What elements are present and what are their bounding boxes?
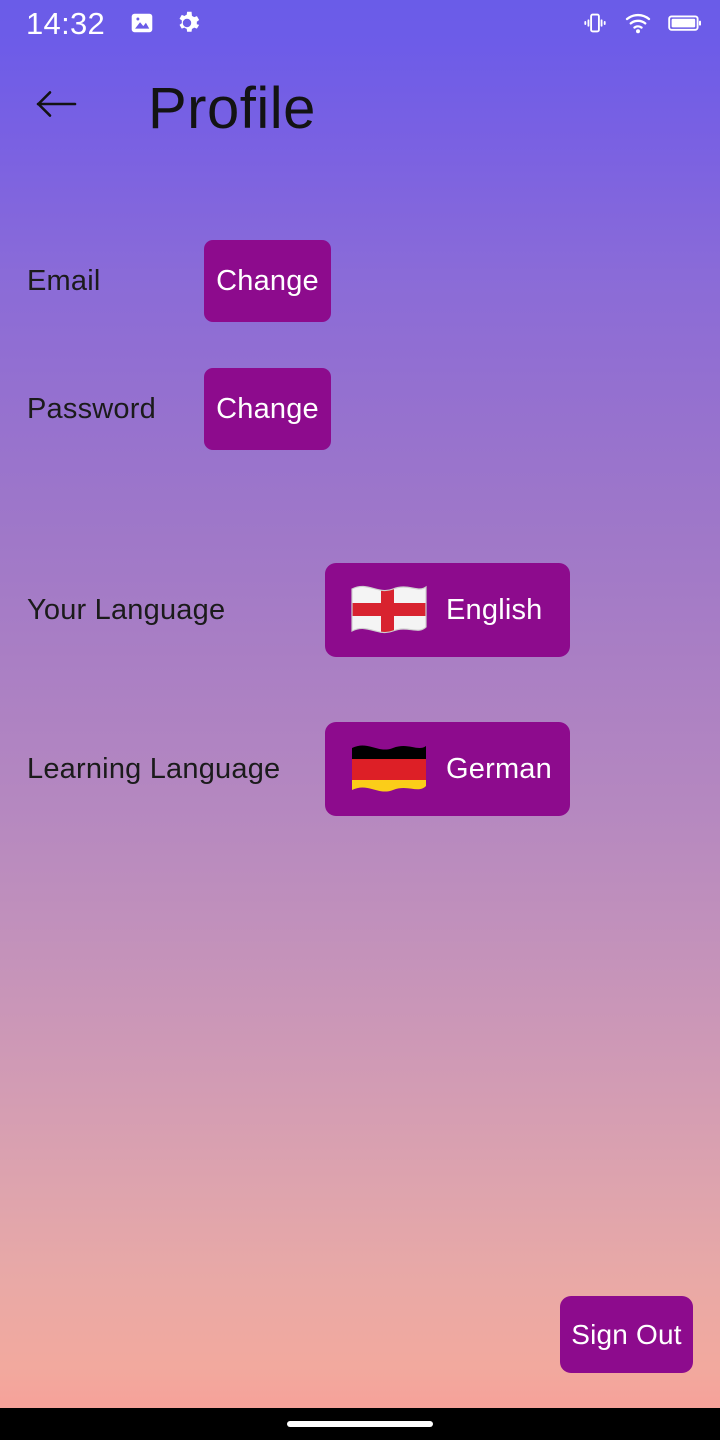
vibrate-icon: [584, 13, 606, 33]
your-language-selector[interactable]: English: [325, 563, 570, 657]
wifi-icon: [625, 13, 651, 34]
battery-icon: [668, 15, 701, 31]
your-language-label: Your Language: [27, 593, 226, 626]
sign-out-button[interactable]: Sign Out: [560, 1296, 693, 1373]
change-password-button[interactable]: Change: [204, 368, 331, 450]
arrow-left-icon: [36, 91, 77, 117]
change-email-button[interactable]: Change: [204, 240, 331, 322]
phone-screen: 14:32 Profile Email Change Password Chan…: [0, 0, 720, 1440]
your-language-value: English: [446, 593, 543, 626]
email-label: Email: [27, 264, 101, 297]
status-bar-system-icons: [582, 9, 702, 37]
back-button[interactable]: [33, 80, 81, 128]
row-email: Email Change: [0, 240, 720, 322]
image-icon: [131, 13, 153, 33]
row-learning-language: Learning Language German: [0, 722, 720, 816]
row-password: Password Change: [0, 368, 720, 450]
password-label: Password: [27, 392, 156, 425]
status-bar-clock: 14:32: [26, 5, 106, 41]
flag-germany-icon: [352, 745, 426, 792]
learning-language-label: Learning Language: [27, 752, 281, 785]
gear-icon: [179, 11, 200, 32]
home-gesture-handle[interactable]: [287, 1421, 433, 1427]
system-navigation-bar: [0, 1408, 720, 1440]
flag-england-icon: [351, 585, 427, 634]
page-title: Profile: [148, 75, 316, 141]
status-bar-notification-icons: [129, 9, 201, 37]
app-bar: Profile: [0, 62, 720, 154]
status-bar: 14:32: [0, 0, 720, 46]
row-your-language: Your Language English: [0, 563, 720, 657]
learning-language-selector[interactable]: German: [325, 722, 570, 816]
learning-language-value: German: [446, 752, 552, 785]
